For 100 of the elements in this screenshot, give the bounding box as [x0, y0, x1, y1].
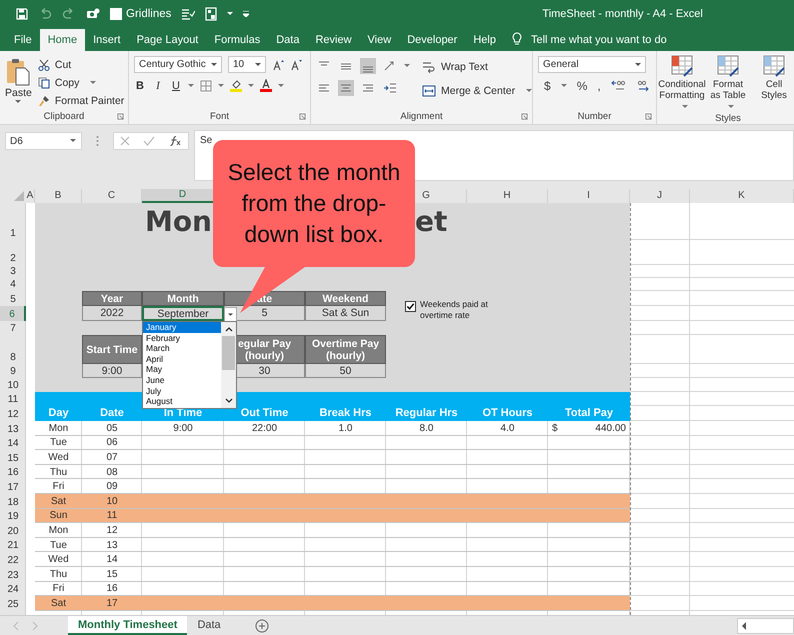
align-bottom-icon[interactable] — [360, 58, 376, 74]
launcher-icon[interactable] — [521, 113, 528, 120]
launcher-icon[interactable] — [299, 113, 306, 120]
horizontal-scrollbar[interactable] — [737, 618, 794, 634]
scroll-down-icon[interactable] — [224, 397, 234, 405]
wrap-text-button[interactable]: Wrap Text — [422, 59, 532, 74]
ribbon-tab[interactable]: Formulas — [206, 29, 268, 51]
fill-color-icon[interactable] — [230, 79, 242, 92]
row-header[interactable]: 3 — [0, 265, 26, 278]
launcher-icon[interactable] — [645, 113, 652, 120]
row-header[interactable]: 24 — [0, 582, 26, 596]
gridlines-checkbox[interactable] — [110, 8, 122, 20]
row-header[interactable]: 22 — [0, 552, 26, 567]
settings-value[interactable]: Sat & Sun — [305, 306, 386, 321]
row-header[interactable]: 9 — [0, 364, 26, 378]
scroll-left-icon[interactable] — [741, 622, 747, 630]
align-center-icon[interactable] — [338, 80, 354, 96]
row-header[interactable]: 23 — [0, 566, 26, 582]
row-header[interactable]: 18 — [0, 494, 26, 509]
row-header[interactable]: 2 — [0, 240, 26, 265]
weekend-overtime-checkbox[interactable] — [405, 301, 416, 312]
save-icon[interactable] — [16, 8, 28, 20]
month-option[interactable]: July — [143, 386, 221, 396]
row-header[interactable]: 21 — [0, 538, 26, 552]
scroll-up-icon[interactable] — [224, 325, 234, 333]
function-icon[interactable] — [168, 135, 182, 147]
cut-button[interactable]: Cut — [38, 57, 124, 72]
ribbon-tab[interactable]: Page Layout — [128, 29, 206, 51]
row-header[interactable]: 25 — [0, 596, 26, 611]
style-button[interactable]: Format as Table — [708, 55, 748, 112]
bold-button[interactable]: B — [134, 80, 146, 92]
month-option[interactable]: May — [143, 364, 221, 375]
caret-icon[interactable] — [278, 84, 284, 88]
row-header[interactable]: 14 — [0, 436, 26, 450]
tell-me-field[interactable]: Tell me what you want to do — [530, 29, 667, 51]
month-option[interactable]: June — [143, 374, 221, 386]
row-header[interactable]: 4 — [0, 278, 26, 291]
ribbon-tab[interactable]: Review — [307, 29, 360, 51]
italic-button[interactable]: I — [152, 80, 164, 92]
add-sheet-icon[interactable] — [254, 618, 269, 632]
borders-icon[interactable] — [200, 80, 212, 92]
customize-icon[interactable] — [243, 10, 250, 16]
lightbulb-icon[interactable] — [512, 32, 522, 46]
row-header[interactable]: 10 — [0, 378, 26, 392]
caret-icon[interactable] — [560, 84, 567, 88]
row-header[interactable]: 5 — [0, 291, 26, 306]
percent-button[interactable]: % — [576, 79, 588, 93]
paste-button[interactable]: Paste — [5, 56, 32, 108]
row-header[interactable]: 19 — [0, 508, 26, 524]
month-option[interactable]: February — [143, 332, 221, 344]
style-button[interactable]: Cell Styles — [754, 55, 794, 112]
font-size-dropdown[interactable]: 10 — [228, 56, 266, 73]
ribbon-tab[interactable]: Insert — [85, 29, 129, 51]
number-format-dropdown[interactable]: General — [538, 56, 646, 73]
sheet-tab[interactable]: Data — [187, 616, 231, 635]
scrollbar[interactable] — [221, 322, 236, 408]
sheet-tab[interactable]: Monthly Timesheet — [68, 616, 188, 635]
comma-button[interactable]: , — [597, 79, 601, 93]
form-icon[interactable] — [205, 6, 218, 20]
font-color-icon[interactable] — [260, 79, 272, 92]
row-header[interactable]: 17 — [0, 479, 26, 494]
ribbon-tab[interactable]: View — [360, 29, 400, 51]
format-painter-button[interactable]: Format Painter — [38, 93, 124, 108]
row-header[interactable]: 13 — [0, 421, 26, 436]
month-option[interactable]: January — [143, 322, 221, 333]
row-header[interactable]: 7 — [0, 321, 26, 335]
dropdown-arrow-button[interactable] — [224, 307, 237, 322]
caret-icon[interactable] — [227, 12, 234, 16]
row-header[interactable]: 8 — [0, 335, 26, 364]
font-name-dropdown[interactable]: Century Gothic — [134, 56, 222, 73]
row-header[interactable]: 11 — [0, 392, 26, 406]
caret-icon[interactable] — [218, 84, 224, 88]
camera-icon[interactable] — [86, 8, 100, 20]
month-option[interactable]: April — [143, 354, 221, 364]
name-box[interactable]: D6 — [5, 132, 82, 150]
month-option[interactable]: August — [143, 396, 221, 407]
ribbon-tab[interactable]: Home — [40, 29, 86, 51]
settings-value[interactable]: 2022 — [82, 306, 142, 321]
caret-icon[interactable] — [248, 84, 254, 88]
settings-value[interactable]: September — [142, 306, 224, 321]
caret-icon[interactable] — [188, 84, 194, 88]
grow-font-icon[interactable] — [272, 58, 284, 70]
row-header[interactable]: 12 — [0, 406, 26, 421]
row-header[interactable]: 15 — [0, 450, 26, 465]
launcher-icon[interactable] — [117, 113, 124, 120]
ribbon-tab[interactable]: File — [6, 29, 40, 51]
underline-button[interactable]: U — [170, 80, 182, 92]
ribbon-tab[interactable]: Help — [465, 29, 504, 51]
ribbon-tab[interactable]: Data — [268, 29, 308, 51]
copy-button[interactable]: Copy — [38, 75, 124, 90]
gridlines-label[interactable]: Gridlines — [126, 8, 172, 20]
shrink-font-icon[interactable] — [290, 58, 302, 70]
currency-button[interactable]: $ — [544, 79, 551, 93]
merge-center-button[interactable]: Merge & Center — [422, 83, 532, 98]
month-option[interactable]: March — [143, 343, 221, 354]
row-header[interactable]: 1 — [0, 203, 26, 240]
row-header[interactable]: 20 — [0, 523, 26, 538]
increase-decimal-icon[interactable] — [610, 80, 625, 92]
row-header[interactable]: 16 — [0, 464, 26, 480]
ribbon-tab[interactable]: Developer — [399, 29, 466, 51]
